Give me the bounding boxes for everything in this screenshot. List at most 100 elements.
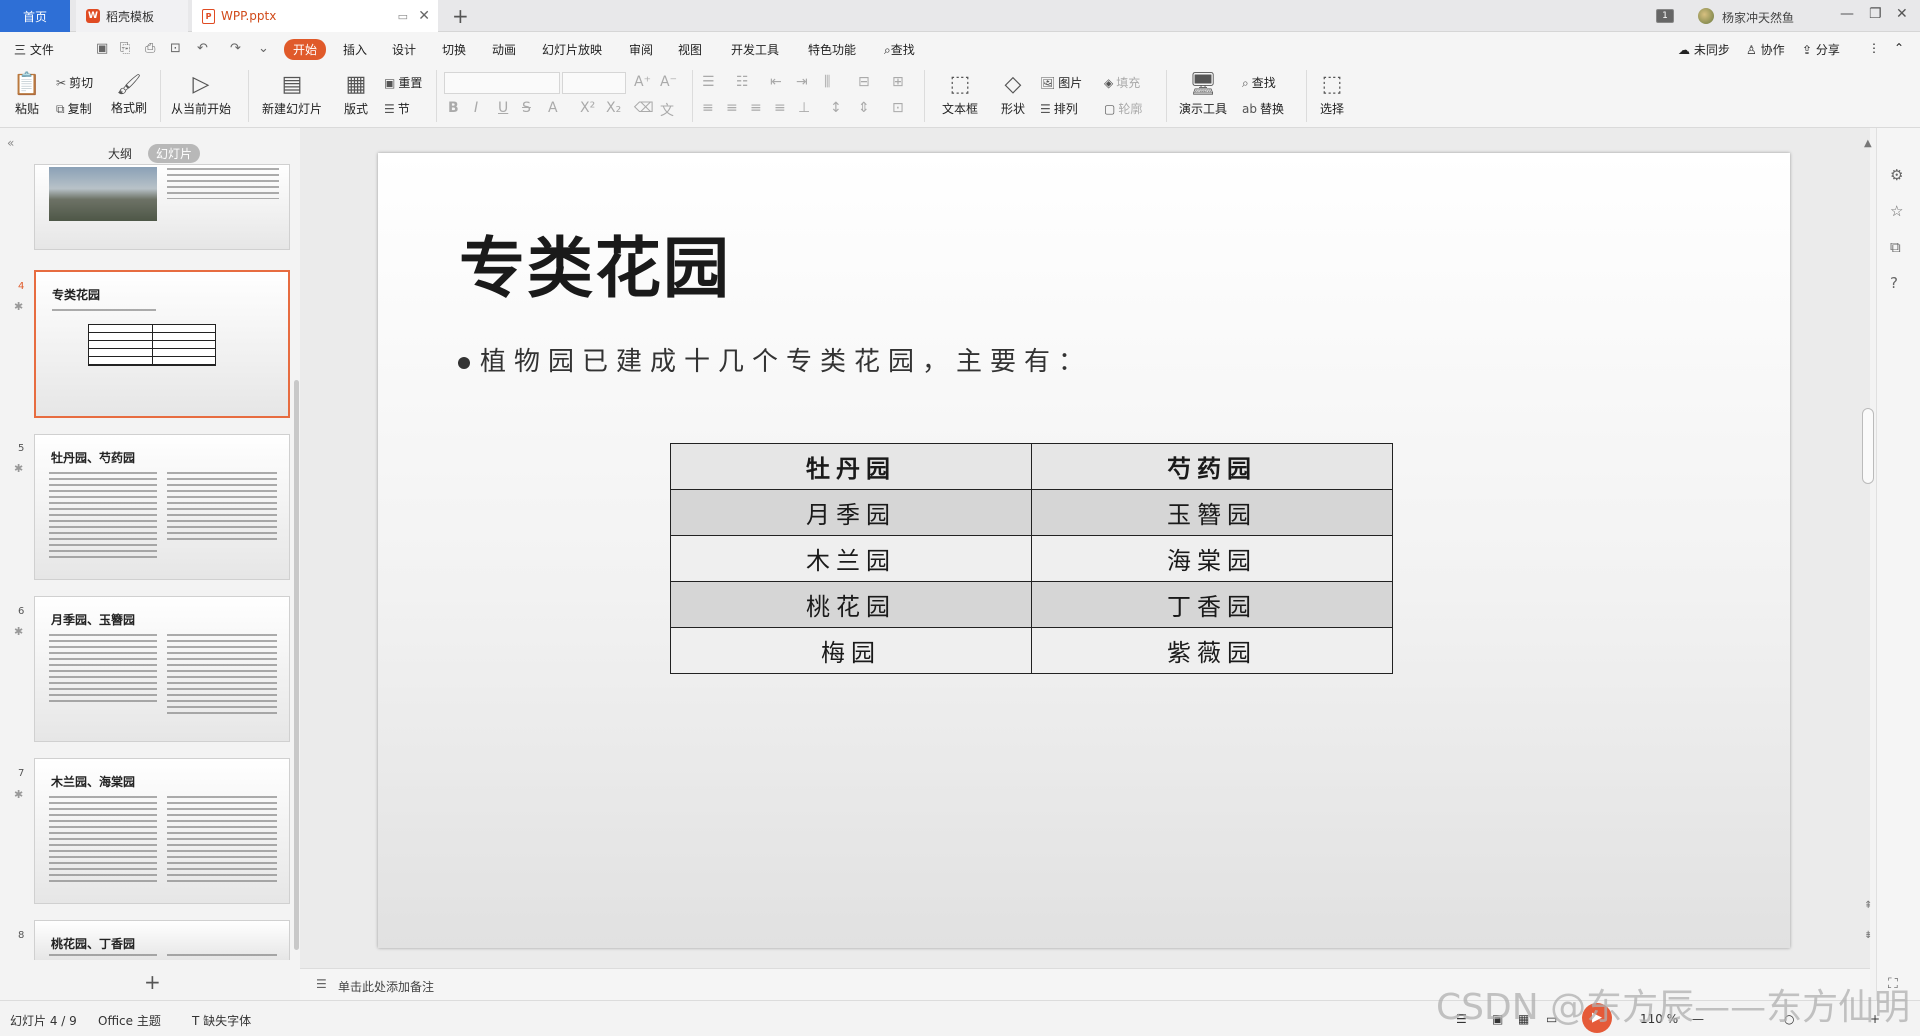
minimize-button[interactable]: — bbox=[1840, 6, 1854, 22]
text-direction-icon[interactable]: ⊟ bbox=[858, 74, 870, 90]
table-cell[interactable]: 玉簪园 bbox=[1031, 489, 1393, 536]
find-button[interactable]: ⌕ 查找 bbox=[1242, 74, 1276, 91]
copy-button[interactable]: ⧉ 复制 bbox=[56, 100, 92, 117]
properties-icon[interactable]: ⚙ bbox=[1890, 166, 1903, 184]
redo-icon[interactable]: ↷ bbox=[230, 41, 241, 56]
panel-scrollbar[interactable] bbox=[294, 380, 299, 950]
columns-icon[interactable]: ⫼ bbox=[824, 74, 830, 90]
pin-icon[interactable]: ▭ bbox=[398, 10, 408, 23]
decrease-indent-icon[interactable]: ⇤ bbox=[770, 74, 782, 90]
tab-outline[interactable]: 大纲 bbox=[108, 145, 132, 162]
slide-thumbnail-5[interactable]: 牡丹园、芍药园 bbox=[34, 434, 290, 580]
print-icon[interactable]: ⎙ bbox=[145, 41, 155, 56]
menu-view[interactable]: 视图 bbox=[678, 41, 702, 58]
play-from-current-button[interactable]: ▷ 从当前开始 bbox=[166, 72, 236, 117]
user-name[interactable]: 杨家冲天然鱼 bbox=[1722, 9, 1794, 26]
collapse-panel-icon[interactable]: « bbox=[7, 136, 14, 150]
paragraph-spacing-icon[interactable]: ⇕ bbox=[858, 100, 870, 116]
section-button[interactable]: ☰ 节 bbox=[384, 100, 410, 117]
distribute-icon[interactable]: ⊥ bbox=[798, 100, 810, 116]
font-color-icon[interactable]: A bbox=[548, 100, 558, 116]
new-tab-button[interactable]: + bbox=[452, 4, 469, 28]
theme-name[interactable]: Office 主题 bbox=[98, 1012, 161, 1029]
replace-button[interactable]: ab 替换 bbox=[1242, 100, 1284, 117]
slide-thumbnail-7[interactable]: 木兰园、海棠园 bbox=[34, 758, 290, 904]
reset-button[interactable]: ▣ 重置 bbox=[384, 74, 422, 91]
tab-slides[interactable]: 幻灯片 bbox=[148, 144, 201, 163]
increase-font-icon[interactable]: A⁺ bbox=[634, 74, 651, 90]
add-slide-button[interactable]: + bbox=[144, 970, 161, 994]
table-cell[interactable]: 木兰园 bbox=[670, 535, 1032, 582]
align-text-icon[interactable]: ⊞ bbox=[892, 74, 904, 90]
slide-bullet[interactable]: 植物园已建成十几个专类花园，主要有： bbox=[458, 341, 1092, 378]
close-tab-icon[interactable]: ✕ bbox=[418, 8, 430, 24]
table-cell[interactable]: 海棠园 bbox=[1031, 535, 1393, 582]
menu-transition[interactable]: 切换 bbox=[442, 41, 466, 58]
tab-home[interactable]: 首页 bbox=[0, 0, 70, 32]
menu-insert[interactable]: 插入 bbox=[343, 41, 367, 58]
text-box-align-icon[interactable]: ⊡ bbox=[892, 100, 904, 116]
page-up-icon[interactable]: ⇞ bbox=[1864, 900, 1872, 911]
slide-thumbnail-8[interactable]: 桃花园、丁香园 bbox=[34, 920, 290, 960]
slide[interactable]: 专类花园 植物园已建成十几个专类花园，主要有： 牡丹园 芍药园 月季园 玉簪园 … bbox=[378, 153, 1790, 948]
shape-button[interactable]: ◇ 形状 bbox=[992, 72, 1034, 117]
font-name-select[interactable] bbox=[444, 72, 560, 94]
line-spacing-icon[interactable]: ↕ bbox=[830, 100, 842, 116]
menu-review[interactable]: 审阅 bbox=[629, 41, 653, 58]
avatar[interactable] bbox=[1698, 8, 1714, 24]
collab-button[interactable]: ♙ 协作 bbox=[1746, 41, 1785, 58]
underline-icon[interactable]: U bbox=[498, 100, 508, 116]
canvas-scrollbar-thumb[interactable] bbox=[1862, 408, 1874, 484]
page-down-icon[interactable]: ⇟ bbox=[1864, 930, 1872, 941]
select-button[interactable]: ⬚ 选择 bbox=[1312, 72, 1352, 117]
tab-template[interactable]: W 稻壳模板 bbox=[76, 0, 188, 32]
cut-button[interactable]: ✂ 剪切 bbox=[56, 74, 93, 91]
align-left-icon[interactable]: ≡ bbox=[702, 100, 714, 116]
menu-animation[interactable]: 动画 bbox=[492, 41, 516, 58]
export-icon[interactable]: ⎘ bbox=[120, 41, 130, 56]
numbered-list-icon[interactable]: ☷ bbox=[736, 74, 749, 90]
save-icon[interactable]: ▣ bbox=[96, 41, 108, 56]
preview-icon[interactable]: ⊡ bbox=[170, 41, 181, 56]
table-cell[interactable]: 紫薇园 bbox=[1031, 627, 1393, 674]
scroll-up-icon[interactable]: ▲ bbox=[1864, 138, 1872, 149]
tab-file[interactable]: P WPP.pptx ▭ ✕ bbox=[192, 0, 438, 32]
help-icon[interactable]: ? bbox=[1890, 274, 1898, 292]
phonetic-icon[interactable]: 文 bbox=[660, 100, 674, 120]
collapse-ribbon-icon[interactable]: ⌃ bbox=[1894, 41, 1904, 55]
clear-format-icon[interactable]: ⌫ bbox=[634, 100, 654, 116]
decrease-font-icon[interactable]: A⁻ bbox=[660, 74, 677, 90]
format-painter-button[interactable]: 🖌 格式刷 bbox=[110, 72, 148, 116]
table-cell[interactable]: 月季园 bbox=[670, 489, 1032, 536]
table-cell[interactable]: 芍药园 bbox=[1031, 443, 1393, 490]
slide-title[interactable]: 专类花园 bbox=[459, 215, 731, 311]
menu-file[interactable]: 三 文件 bbox=[14, 41, 54, 58]
maximize-button[interactable]: ❐ bbox=[1869, 6, 1882, 22]
picture-button[interactable]: 🖼 图片 bbox=[1040, 74, 1082, 91]
outline-button[interactable]: ▢ 轮廓 bbox=[1104, 100, 1142, 117]
undo-icon[interactable]: ↶ bbox=[197, 41, 208, 56]
fill-button[interactable]: ◈ 填充 bbox=[1104, 74, 1140, 91]
font-size-select[interactable] bbox=[562, 72, 626, 94]
justify-icon[interactable]: ≡ bbox=[774, 100, 786, 116]
share-button[interactable]: ⇪ 分享 bbox=[1802, 41, 1840, 58]
animation-icon[interactable]: ☆ bbox=[1890, 202, 1903, 220]
new-slide-button[interactable]: ▤ 新建幻灯片 bbox=[256, 72, 328, 117]
increase-indent-icon[interactable]: ⇥ bbox=[796, 74, 808, 90]
customize-icon[interactable]: ⌄ bbox=[258, 41, 269, 56]
menu-features[interactable]: 特色功能 bbox=[808, 41, 856, 58]
notification-badge[interactable]: 1 bbox=[1656, 9, 1674, 23]
table-cell[interactable]: 桃花园 bbox=[670, 581, 1032, 628]
arrange-button[interactable]: ☰ 排列 bbox=[1040, 100, 1078, 117]
italic-icon[interactable]: I bbox=[474, 100, 478, 116]
sync-button[interactable]: ☁ 未同步 bbox=[1678, 41, 1730, 58]
garden-table[interactable]: 牡丹园 芍药园 月季园 玉簪园 木兰园 海棠园 桃花园 丁香园 梅园 紫薇园 bbox=[670, 443, 1393, 674]
textbox-button[interactable]: ⬚ 文本框 bbox=[932, 72, 988, 117]
menu-home[interactable]: 开始 bbox=[284, 39, 327, 60]
menu-slideshow[interactable]: 幻灯片放映 bbox=[542, 41, 602, 58]
menu-design[interactable]: 设计 bbox=[392, 41, 416, 58]
strikethrough-icon[interactable]: S bbox=[522, 100, 531, 116]
close-window-button[interactable]: ✕ bbox=[1896, 6, 1908, 22]
layout-button[interactable]: ▦ 版式 bbox=[336, 72, 376, 117]
slide-thumbnail-3[interactable] bbox=[34, 164, 290, 250]
